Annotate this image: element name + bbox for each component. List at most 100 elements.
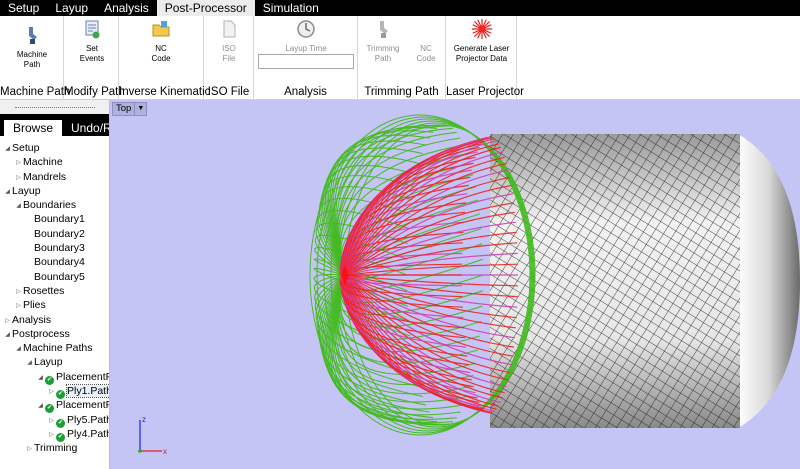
tree-node-label: Plies — [23, 299, 46, 312]
tree-node[interactable]: Boundary1 — [0, 212, 109, 226]
trimming-path-label-2: Path — [374, 54, 392, 63]
tree-node-label: Mandrels — [23, 170, 67, 183]
machine-path-label-2: Path — [23, 60, 41, 69]
tab-undo-redo[interactable]: Undo/R — [62, 120, 109, 136]
set-events-label-1: Set — [85, 44, 98, 53]
mandrel-end-cap — [738, 134, 800, 428]
tree-node-label: Boundary2 — [34, 227, 85, 240]
tree-node[interactable]: ◢ Layup — [0, 355, 109, 369]
view-orientation-dropdown[interactable]: Top ▼ — [112, 102, 148, 116]
set-events-label-2: Events — [79, 54, 105, 63]
menu-tab-analysis[interactable]: Analysis — [96, 0, 157, 16]
tree-node[interactable]: ◢ ✔ PlacementP — [0, 370, 110, 385]
tree-node[interactable]: ◢ Layup — [0, 184, 109, 198]
nc-code-label-1: NC — [155, 44, 167, 53]
trim-nc-code-button[interactable]: NC Code — [408, 18, 444, 64]
ribbon-group-label-iso-file: ISO File — [207, 86, 250, 98]
tree-node[interactable]: Boundary2 — [0, 227, 109, 241]
tree-node[interactable]: Boundary3 — [0, 241, 109, 255]
menu-tab-layup[interactable]: Layup — [47, 0, 96, 16]
3d-viewport[interactable]: z x Top ▼ — [110, 100, 800, 469]
fiber-path-bundle — [309, 114, 536, 436]
tree-node[interactable]: ▷ Trimming — [0, 441, 109, 455]
panel-tab-bar: Browse Undo/R — [0, 114, 109, 136]
nc-code-button[interactable]: NC Code — [141, 18, 181, 64]
ribbon-group-label-analysis: Analysis — [284, 86, 327, 98]
set-events-icon — [81, 18, 103, 40]
ribbon-group-iso-file: ISO File ISO File — [204, 16, 254, 100]
tree-node[interactable]: ◢ Boundaries — [0, 198, 109, 212]
collapsed-arrow-icon[interactable]: ▷ — [47, 428, 56, 442]
tree-node-label: Machine — [23, 156, 63, 169]
expanded-arrow-icon[interactable]: ◢ — [36, 371, 45, 385]
ribbon-group-label-modify-path: Modify Path — [64, 86, 125, 98]
tree-node-label: PlacementP — [56, 370, 110, 383]
menu-tab-post-processor[interactable]: Post-Processor — [156, 0, 255, 16]
tree-node[interactable]: ▷ ✔ Ply1.Path — [0, 384, 109, 400]
set-events-button[interactable]: Set Events — [72, 18, 112, 64]
expanded-arrow-icon[interactable]: ◢ — [14, 199, 23, 213]
panel-grip[interactable] — [0, 100, 109, 114]
scene-canvas[interactable]: z x — [110, 100, 800, 469]
tree-node[interactable]: ▷ Mandrels — [0, 170, 109, 184]
collapsed-arrow-icon[interactable]: ▷ — [14, 156, 23, 170]
collapsed-arrow-icon[interactable]: ▷ — [47, 414, 56, 428]
trimming-path-label-1: Trimming — [366, 44, 400, 53]
generate-laser-projector-button[interactable]: Generate Laser Projector Data — [448, 18, 515, 64]
ribbon-group-label-inverse-kinematic: Inverse Kinematic — [119, 86, 211, 98]
collapsed-arrow-icon[interactable]: ▷ — [14, 299, 23, 313]
tree-node[interactable]: ◢ ✔ PlacementP — [0, 398, 109, 414]
ribbon-group-laser-projector: Generate Laser Projector Data Laser Proj… — [446, 16, 524, 100]
layup-time-button[interactable]: Layup Time — [266, 18, 346, 54]
machine-path-label-1: Machine — [16, 50, 48, 59]
tree-node-label: Analysis — [12, 313, 52, 326]
tree-node[interactable]: ▷ Rosettes — [0, 284, 109, 298]
tree-node-label: Setup — [12, 142, 40, 154]
collapsed-arrow-icon[interactable]: ▷ — [3, 314, 12, 328]
expanded-arrow-icon[interactable]: ◢ — [3, 328, 12, 342]
trim-nc-code-label-2: Code — [416, 54, 436, 63]
tree-node-label: Ply4.Path — [67, 427, 110, 440]
nc-code-label-2: Code — [151, 54, 171, 63]
x-axis-label: x — [163, 447, 167, 456]
layup-time-field[interactable] — [258, 54, 354, 69]
tree-node[interactable]: ◢ Machine Paths — [0, 341, 109, 355]
tree-node[interactable]: ▷ ✔ Ply4.Path — [0, 427, 110, 442]
ribbon: Machine Path Machine Path Set Events Mod… — [0, 16, 800, 100]
axis-origin — [138, 449, 142, 453]
collapsed-arrow-icon[interactable]: ▷ — [47, 385, 56, 399]
iso-file-icon — [218, 18, 240, 40]
view-orientation-label: Top — [116, 103, 132, 114]
collapsed-arrow-icon[interactable]: ▷ — [14, 285, 23, 299]
folder-nc-icon — [150, 18, 172, 40]
expanded-arrow-icon[interactable]: ◢ — [36, 399, 45, 413]
tree-node[interactable]: ▷ Machine — [0, 155, 109, 169]
tree-node-label: Boundaries — [23, 199, 77, 212]
expanded-arrow-icon[interactable]: ◢ — [25, 356, 34, 370]
iso-file-label-2: File — [222, 54, 236, 63]
tree-node[interactable]: ◢ Setup — [0, 141, 109, 155]
collapsed-arrow-icon[interactable]: ▷ — [25, 442, 34, 456]
expanded-arrow-icon[interactable]: ◢ — [3, 185, 12, 199]
expanded-arrow-icon[interactable]: ◢ — [14, 342, 23, 356]
tree-node[interactable]: ▷ Plies — [0, 298, 109, 312]
ribbon-group-inverse-kinematic: NC Code Inverse Kinematic — [119, 16, 211, 100]
trimming-path-icon — [372, 18, 394, 40]
machine-path-button[interactable]: Machine Path — [12, 18, 52, 70]
menu-tab-setup[interactable]: Setup — [0, 0, 47, 16]
tree-node[interactable]: Boundary5 — [0, 270, 109, 284]
tree-node[interactable]: ◢ Postprocess — [0, 327, 109, 341]
tree-node[interactable]: Boundary4 — [0, 255, 109, 269]
tab-browse[interactable]: Browse — [4, 120, 63, 136]
tree-node-label: Machine Paths — [23, 342, 93, 355]
iso-file-button[interactable]: ISO File — [209, 18, 249, 64]
tree-node-label: Rosettes — [23, 284, 65, 297]
laser-label-1: Generate Laser — [453, 44, 510, 53]
trimming-path-button[interactable]: Trimming Path — [362, 18, 404, 64]
tree-node[interactable]: ▷ ✔ Ply5.Path — [0, 413, 109, 428]
collapsed-arrow-icon[interactable]: ▷ — [14, 171, 23, 185]
tree-node[interactable]: ▷ Analysis — [0, 313, 109, 327]
expanded-arrow-icon[interactable]: ◢ — [3, 142, 12, 156]
ribbon-group-label-trimming-path: Trimming Path — [364, 86, 439, 98]
menu-tab-simulation[interactable]: Simulation — [255, 0, 327, 16]
